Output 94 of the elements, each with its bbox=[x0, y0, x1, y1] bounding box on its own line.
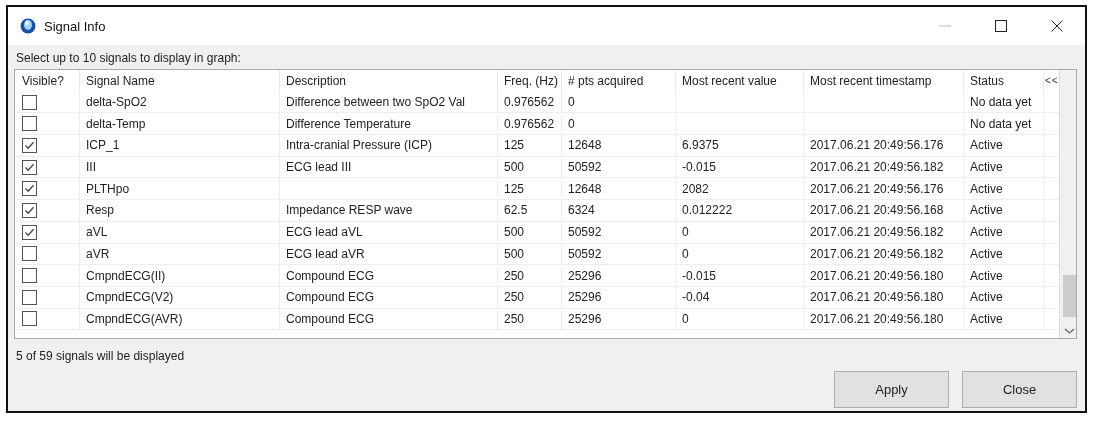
table-cell: -0.04 bbox=[676, 286, 804, 309]
table-cell: aVR bbox=[80, 243, 280, 266]
table-cell: 12648 bbox=[562, 135, 676, 157]
table-cell: ECG lead aVL bbox=[280, 221, 498, 244]
table-cell: 2017.06.21 20:49:56.176 bbox=[804, 178, 964, 201]
table-cell: Intra-cranial Pressure (ICP) bbox=[280, 135, 498, 157]
table-cell: Active bbox=[964, 156, 1044, 179]
visible-checkbox[interactable] bbox=[22, 268, 37, 284]
visible-checkbox[interactable] bbox=[22, 94, 37, 110]
visible-checkbox[interactable] bbox=[22, 181, 37, 197]
window-title: Signal Info bbox=[44, 18, 107, 34]
table-cell: ECG lead III bbox=[280, 156, 498, 179]
close-icon[interactable] bbox=[1051, 20, 1063, 32]
table-cell: CmpndECG(AVR) bbox=[80, 308, 280, 331]
close-dialog-button[interactable]: Close bbox=[962, 371, 1077, 408]
app-globe-icon bbox=[20, 18, 36, 34]
table-cell: 250 bbox=[498, 286, 562, 309]
visible-checkbox[interactable] bbox=[22, 246, 37, 262]
table-cell: Active bbox=[964, 135, 1044, 157]
vertical-scrollbar[interactable] bbox=[1058, 70, 1076, 338]
table-cell: 0.012222 bbox=[676, 200, 804, 222]
apply-button[interactable]: Apply bbox=[834, 371, 949, 408]
table-cell: Active bbox=[964, 265, 1044, 287]
table-cell: No data yet bbox=[964, 113, 1044, 136]
table-cell: ECG lead aVR bbox=[280, 243, 498, 266]
table-cell: 2017.06.21 20:49:56.182 bbox=[804, 243, 964, 266]
table-cell: 2017.06.21 20:49:56.176 bbox=[804, 135, 964, 157]
table-cell: 0 bbox=[676, 221, 804, 244]
table-cell: ICP_1 bbox=[80, 135, 280, 157]
table-cell: Active bbox=[964, 286, 1044, 309]
table-cell: Compound ECG bbox=[280, 308, 498, 331]
visible-checkbox[interactable] bbox=[22, 311, 37, 327]
table-cell: 2017.06.21 20:49:56.180 bbox=[804, 308, 964, 331]
maximize-icon[interactable] bbox=[995, 20, 1007, 32]
table-cell: -0.015 bbox=[676, 265, 804, 287]
table-cell: 2017.06.21 20:49:56.180 bbox=[804, 286, 964, 309]
instruction-text: Select up to 10 signals to display in graph: bbox=[16, 51, 241, 65]
table-cell: 50592 bbox=[562, 221, 676, 244]
visible-checkbox[interactable] bbox=[22, 289, 37, 305]
visible-checkbox[interactable] bbox=[22, 116, 37, 132]
table-cell: Resp bbox=[80, 200, 280, 222]
table-cell: 50592 bbox=[562, 243, 676, 266]
table-cell: 2017.06.21 20:49:56.180 bbox=[804, 265, 964, 287]
visible-checkbox[interactable] bbox=[22, 202, 37, 218]
table-cell: 25296 bbox=[562, 308, 676, 331]
table-cell: 62.5 bbox=[498, 200, 562, 222]
visible-checkbox[interactable] bbox=[22, 159, 37, 175]
table-cell: Active bbox=[964, 200, 1044, 222]
table-cell: Active bbox=[964, 221, 1044, 244]
table-cell: 125 bbox=[498, 135, 562, 157]
collapse-button[interactable]: << bbox=[1045, 75, 1059, 87]
table-cell: 6324 bbox=[562, 200, 676, 222]
table-cell: CmpndECG(II) bbox=[80, 265, 280, 287]
table-cell: 500 bbox=[498, 243, 562, 266]
table-cell: 250 bbox=[498, 308, 562, 331]
table-cell: 25296 bbox=[562, 265, 676, 287]
table-cell: delta-SpO2 bbox=[80, 91, 280, 114]
table-cell: III bbox=[80, 156, 280, 179]
table-cell: 2017.06.21 20:49:56.182 bbox=[804, 156, 964, 179]
visible-checkbox[interactable] bbox=[22, 137, 37, 153]
table-cell: -0.015 bbox=[676, 156, 804, 179]
table-cell: PLTHpo bbox=[80, 178, 280, 201]
table-cell: No data yet bbox=[964, 91, 1044, 114]
table-cell: 0 bbox=[676, 243, 804, 266]
table-cell: 50592 bbox=[562, 156, 676, 179]
table-cell: 0.976562 bbox=[498, 91, 562, 114]
table-cell: Active bbox=[964, 308, 1044, 331]
table-cell: 2082 bbox=[676, 178, 804, 201]
table-cell: CmpndECG(V2) bbox=[80, 286, 280, 309]
selection-summary: 5 of 59 signals will be displayed bbox=[16, 349, 185, 363]
table-cell: 500 bbox=[498, 221, 562, 244]
scrollbar-thumb[interactable] bbox=[1062, 275, 1076, 317]
table-cell: 250 bbox=[498, 265, 562, 287]
table-cell: 0 bbox=[562, 91, 676, 114]
table-cell: 500 bbox=[498, 156, 562, 179]
table-cell: 12648 bbox=[562, 178, 676, 201]
table-cell: 0.976562 bbox=[498, 113, 562, 136]
table-cell: Difference Temperature bbox=[280, 113, 498, 136]
table-cell: Active bbox=[964, 178, 1044, 201]
table-cell: delta-Temp bbox=[80, 113, 280, 136]
table-cell: 125 bbox=[498, 178, 562, 201]
table-cell: 0 bbox=[562, 113, 676, 136]
table-cell: Impedance RESP wave bbox=[280, 200, 498, 222]
visible-checkbox[interactable] bbox=[22, 224, 37, 240]
table-cell: Compound ECG bbox=[280, 286, 498, 309]
table-cell: aVL bbox=[80, 221, 280, 244]
table-cell: Difference between two SpO2 Val bbox=[280, 91, 498, 114]
table-cell: Compound ECG bbox=[280, 265, 498, 287]
table-cell: 2017.06.21 20:49:56.182 bbox=[804, 221, 964, 244]
table-cell: 2017.06.21 20:49:56.168 bbox=[804, 200, 964, 222]
table-cell: 6.9375 bbox=[676, 135, 804, 157]
table-cell: 0 bbox=[676, 308, 804, 331]
table-cell: 25296 bbox=[562, 286, 676, 309]
table-cell: Active bbox=[964, 243, 1044, 266]
